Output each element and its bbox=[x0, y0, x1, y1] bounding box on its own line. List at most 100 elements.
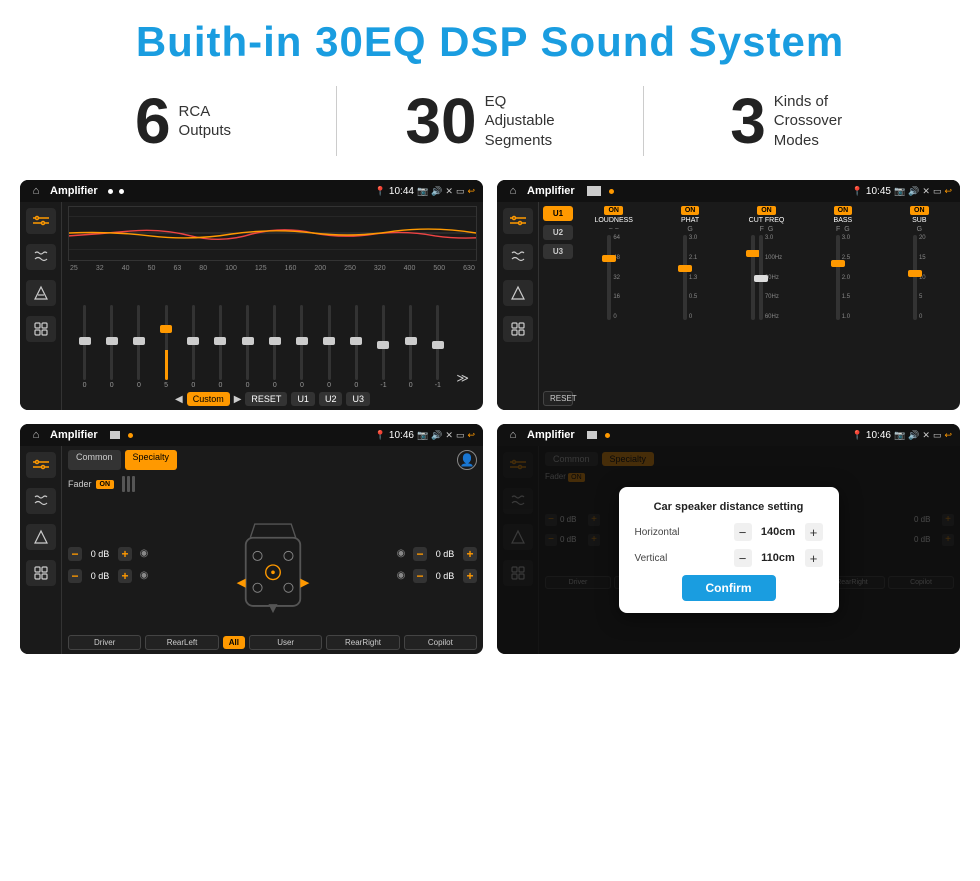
eq-prev-btn[interactable]: ◀ bbox=[175, 394, 183, 405]
status-bar-crossover: ⌂ Amplifier 📍 10:45 📷 🔊 ✕ ▭ ↩ bbox=[497, 180, 960, 202]
vertical-plus[interactable]: + bbox=[805, 549, 823, 567]
eq-slider-2[interactable]: 0 bbox=[126, 305, 151, 389]
eq-slider-12[interactable]: 0 bbox=[398, 305, 423, 389]
fader-speakers-left: − 0 dB + ◉ − 0 dB + ◉ bbox=[68, 546, 152, 584]
dialog-status-icons: 📍 10:46 📷 🔊 ✕ ▭ ↩ bbox=[852, 430, 952, 441]
rl-speaker-icon: ◉ bbox=[136, 568, 152, 584]
confirm-button[interactable]: Confirm bbox=[682, 575, 776, 601]
status-dot-1 bbox=[108, 189, 113, 194]
crossover-sb-4[interactable] bbox=[503, 316, 533, 342]
cutfreq-slider[interactable]: 3.0 100Hz 80Hz 70Hz 60Hz bbox=[751, 235, 782, 320]
fader-content: Common Specialty 👤 Fader ON bbox=[62, 446, 483, 654]
speaker-row-fr: ◉ − 0 dB + bbox=[393, 546, 477, 562]
rearleft-btn[interactable]: RearLeft bbox=[145, 635, 218, 650]
rl-minus[interactable]: − bbox=[68, 569, 82, 583]
home-icon-3[interactable]: ⌂ bbox=[28, 427, 44, 443]
stats-row: 6 RCA Outputs 30 EQ Adjustable Segments … bbox=[0, 76, 980, 174]
home-icon[interactable]: ⌂ bbox=[28, 183, 44, 199]
loudness-on[interactable]: ON bbox=[604, 206, 623, 215]
tab-specialty[interactable]: Specialty bbox=[125, 450, 178, 470]
eq-slider-0[interactable]: 0 bbox=[72, 305, 97, 389]
eq-sidebar-btn-3[interactable] bbox=[26, 280, 56, 306]
eq-slider-6[interactable]: 0 bbox=[235, 305, 260, 389]
rr-speaker-icon: ◉ bbox=[393, 568, 409, 584]
stat-eq-number: 30 bbox=[405, 89, 476, 153]
bass-slider[interactable]: 3.0 2.5 2.0 1.5 1.0 bbox=[836, 235, 850, 320]
fader-bottom: Driver RearLeft All User RearRight Copil… bbox=[68, 635, 477, 650]
eq-custom-btn[interactable]: Custom bbox=[187, 392, 230, 406]
divider-1 bbox=[336, 86, 337, 156]
phat-slider[interactable]: 3.0 2.1 1.3 0.5 0 bbox=[683, 235, 697, 320]
crossover-sb-1[interactable] bbox=[503, 208, 533, 234]
driver-btn[interactable]: Driver bbox=[68, 635, 141, 650]
tab-common[interactable]: Common bbox=[68, 450, 121, 470]
stat-eq-label: EQ Adjustable Segments bbox=[485, 92, 575, 151]
eq-slider-8[interactable]: 0 bbox=[289, 305, 314, 389]
eq-slider-10[interactable]: 0 bbox=[344, 305, 369, 389]
fr-minus[interactable]: − bbox=[413, 547, 427, 561]
user-btn[interactable]: User bbox=[249, 635, 322, 650]
fl-minus[interactable]: − bbox=[68, 547, 82, 561]
horizontal-minus[interactable]: − bbox=[734, 523, 752, 541]
sub-on[interactable]: ON bbox=[910, 206, 929, 215]
fl-plus[interactable]: + bbox=[118, 547, 132, 561]
eq-slider-1[interactable]: 0 bbox=[99, 305, 124, 389]
crossover-reset[interactable]: RESET bbox=[543, 391, 573, 406]
preset-u2[interactable]: U2 bbox=[543, 225, 573, 240]
loudness-slider[interactable]: 64 48 32 16 0 bbox=[607, 235, 620, 320]
rl-value: 0 dB bbox=[86, 571, 114, 581]
status-dot-5 bbox=[605, 433, 610, 438]
dialog-box: Car speaker distance setting Horizontal … bbox=[619, 487, 839, 613]
copilot-btn[interactable]: Copilot bbox=[404, 635, 477, 650]
fr-plus[interactable]: + bbox=[463, 547, 477, 561]
eq-u3-btn[interactable]: U3 bbox=[346, 392, 370, 406]
speaker-row-rr: ◉ − 0 dB + bbox=[393, 568, 477, 584]
eq-u1-btn[interactable]: U1 bbox=[291, 392, 315, 406]
preset-u3[interactable]: U3 bbox=[543, 244, 573, 259]
crossover-presets: U1 U2 U3 RESET bbox=[543, 206, 573, 406]
phat-on[interactable]: ON bbox=[681, 206, 700, 215]
crossover-sb-3[interactable] bbox=[503, 280, 533, 306]
crossover-sidebar bbox=[497, 202, 539, 410]
fader-sidebar bbox=[20, 446, 62, 654]
rearright-btn[interactable]: RearRight bbox=[326, 635, 399, 650]
more-icon[interactable]: ≫ bbox=[452, 367, 473, 389]
eq-reset-btn[interactable]: RESET bbox=[245, 392, 287, 406]
vertical-minus[interactable]: − bbox=[734, 549, 752, 567]
eq-slider-4[interactable]: 0 bbox=[181, 305, 206, 389]
home-icon-4[interactable]: ⌂ bbox=[505, 427, 521, 443]
eq-sidebar-btn-2[interactable] bbox=[26, 244, 56, 270]
screenshots-grid: ⌂ Amplifier 📍 10:44 📷 🔊 ✕ ▭ ↩ bbox=[0, 174, 980, 674]
fader-sb-4[interactable] bbox=[26, 560, 56, 586]
eq-status-icons: 📍 10:44 📷 🔊 ✕ ▭ ↩ bbox=[375, 186, 475, 197]
fader-profile-icon[interactable]: 👤 bbox=[457, 450, 477, 470]
eq-slider-9[interactable]: 0 bbox=[317, 305, 342, 389]
rr-plus[interactable]: + bbox=[463, 569, 477, 583]
crossover-app-name: Amplifier bbox=[527, 185, 575, 197]
car-diagram bbox=[160, 515, 385, 615]
eq-slider-3[interactable]: 5 bbox=[154, 305, 179, 389]
fader-on-badge[interactable]: ON bbox=[96, 480, 115, 489]
all-btn[interactable]: All bbox=[223, 636, 245, 649]
rr-minus[interactable]: − bbox=[413, 569, 427, 583]
eq-slider-13[interactable]: -1 bbox=[425, 305, 450, 389]
cutfreq-on[interactable]: ON bbox=[757, 206, 776, 215]
bass-on[interactable]: ON bbox=[834, 206, 853, 215]
eq-slider-7[interactable]: 0 bbox=[262, 305, 287, 389]
eq-u2-btn[interactable]: U2 bbox=[319, 392, 343, 406]
preset-u1[interactable]: U1 bbox=[543, 206, 573, 221]
horizontal-plus[interactable]: + bbox=[805, 523, 823, 541]
fader-sb-1[interactable] bbox=[26, 452, 56, 478]
eq-sidebar-btn-1[interactable] bbox=[26, 208, 56, 234]
eq-sidebar-btn-4[interactable] bbox=[26, 316, 56, 342]
home-icon-2[interactable]: ⌂ bbox=[505, 183, 521, 199]
eq-slider-11[interactable]: -1 bbox=[371, 305, 396, 389]
fader-sb-2[interactable] bbox=[26, 488, 56, 514]
eq-next-btn[interactable]: ▶ bbox=[234, 394, 242, 405]
crossover-sb-2[interactable] bbox=[503, 244, 533, 270]
rl-plus[interactable]: + bbox=[118, 569, 132, 583]
eq-slider-5[interactable]: 0 bbox=[208, 305, 233, 389]
dialog-row-vertical: Vertical − 110cm + bbox=[635, 549, 823, 567]
sub-slider[interactable]: 20 15 10 5 0 bbox=[913, 235, 926, 320]
fader-sb-3[interactable] bbox=[26, 524, 56, 550]
